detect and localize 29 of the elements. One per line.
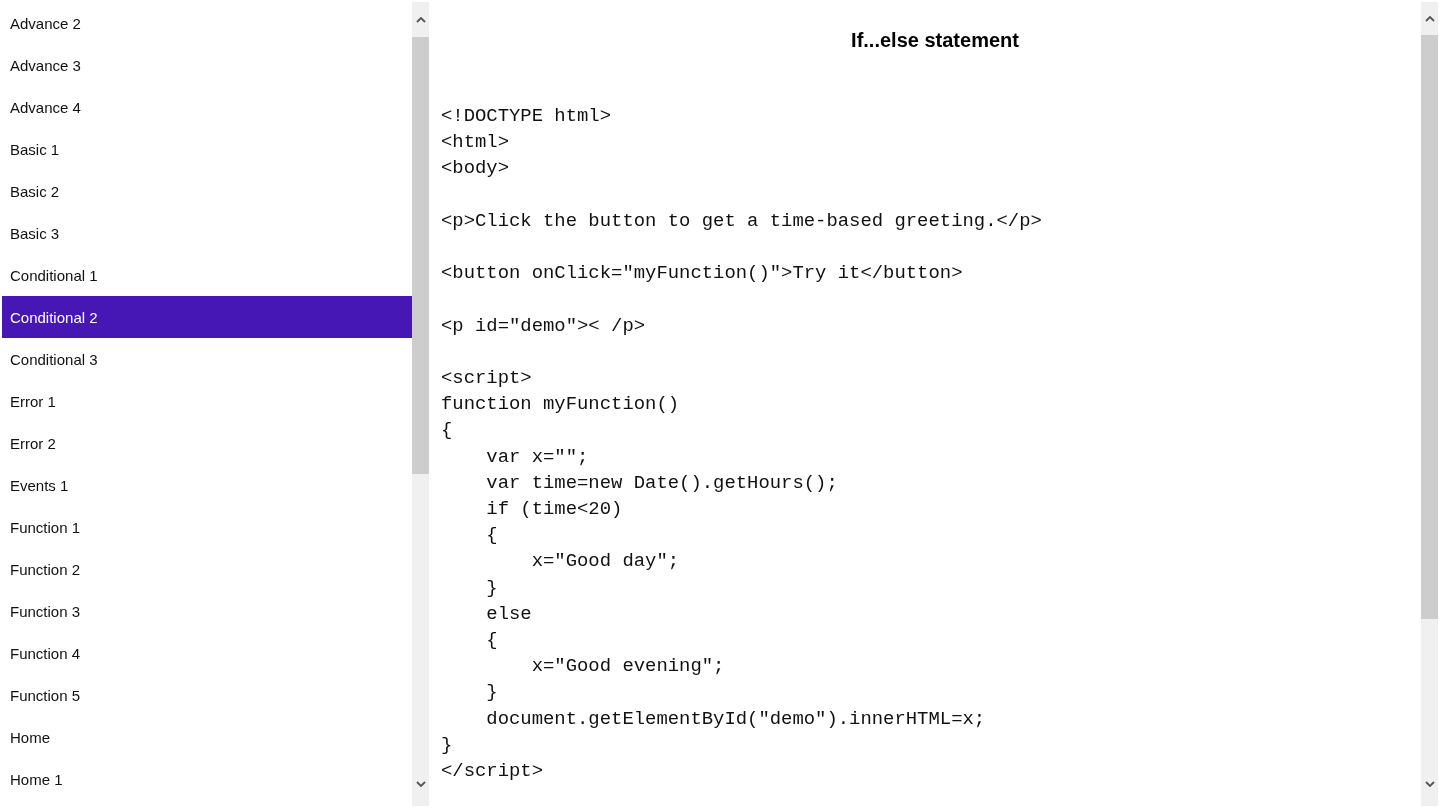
chevron-down-icon (1424, 781, 1435, 787)
scrollbar-thumb[interactable] (412, 37, 429, 474)
sidebar-item[interactable]: Conditional 3 (2, 338, 412, 380)
sidebar-item[interactable]: Function 5 (2, 674, 412, 716)
sidebar-item[interactable]: Function 3 (2, 590, 412, 632)
sidebar-item[interactable]: Basic 2 (2, 170, 412, 212)
scrollbar-track[interactable] (412, 2, 429, 806)
sidebar-item[interactable]: Events 1 (2, 464, 412, 506)
sidebar-item[interactable]: Function 1 (2, 506, 412, 548)
sidebar-item[interactable]: Error 2 (2, 422, 412, 464)
sidebar-item[interactable]: Conditional 2 (2, 296, 412, 338)
sidebar-item[interactable]: Conditional 1 (2, 254, 412, 296)
page-title: If...else statement (851, 28, 1019, 52)
sidebar-item[interactable]: Advance 4 (2, 86, 412, 128)
sidebar-item[interactable]: Advance 3 (2, 44, 412, 86)
scrollbar-track[interactable] (1421, 2, 1438, 806)
source-code-text: <!DOCTYPE html> <html> <body> <p>Click the button to get a time-based greeting.</p> <button onClick="myFunction()">Try it</button> <p id="demo">< /p> <script> function myFunction() { var x=""; var time=new Date().getHours(); if (time<20) { x="Good day"; } else { x="Good evening"; } document.getElementById("demo").innerHTML=x; } </script> (441, 104, 1042, 785)
sidebar-item[interactable]: Advance 2 (2, 2, 412, 44)
sidebar-item[interactable]: Basic 1 (2, 128, 412, 170)
sidebar-item[interactable]: Function 4 (2, 632, 412, 674)
sidebar-item[interactable]: Function 2 (2, 548, 412, 590)
sidebar-item[interactable]: Home (2, 716, 412, 758)
chevron-up-icon (415, 16, 426, 23)
scrollbar-thumb[interactable] (1421, 35, 1438, 619)
sidebar-item[interactable]: Home 1 (2, 758, 412, 800)
chevron-up-icon (1424, 15, 1435, 22)
sidebar-item[interactable]: Error 1 (2, 380, 412, 422)
chevron-down-icon (415, 781, 426, 787)
sidebar-item[interactable]: Basic 3 (2, 212, 412, 254)
